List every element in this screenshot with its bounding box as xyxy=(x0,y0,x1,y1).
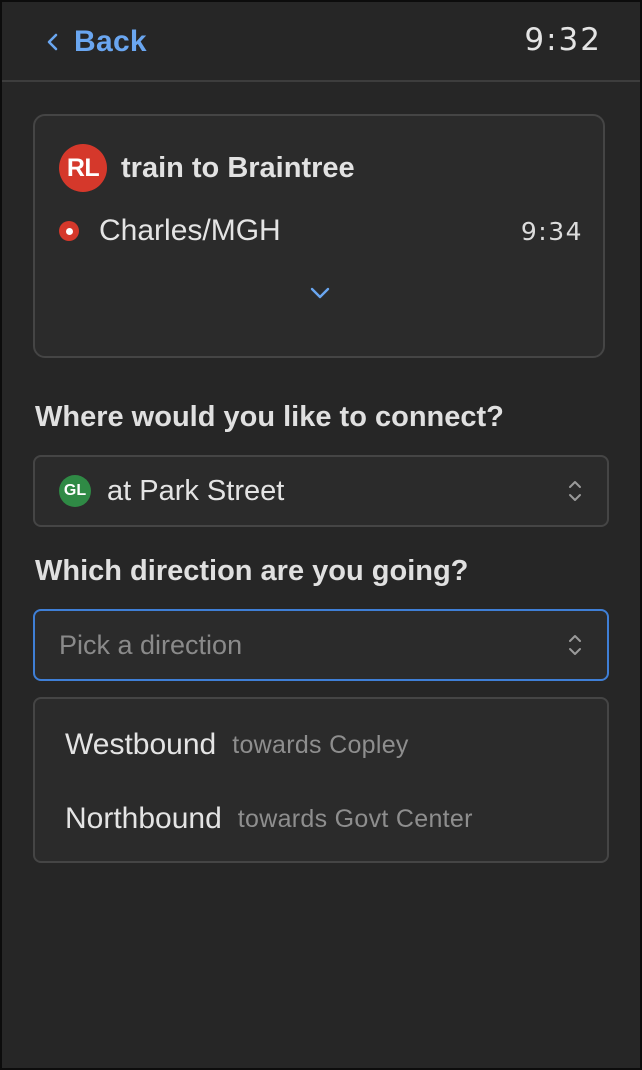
status-clock: 9:32 xyxy=(524,22,602,58)
red-line-badge: RL xyxy=(59,144,107,192)
header-bar: Back 9:32 xyxy=(2,2,640,82)
direction-select[interactable]: Pick a direction xyxy=(33,609,609,681)
stop-time: 9:34 xyxy=(520,216,583,246)
route-row: RL train to Braintree xyxy=(59,144,355,192)
chevron-down-icon xyxy=(309,286,331,305)
trip-card: RL train to Braintree Charles/MGH 9:34 xyxy=(33,114,605,358)
option-sublabel: towards Govt Center xyxy=(237,804,473,833)
green-line-badge: GL xyxy=(59,475,91,507)
direction-options-list: Westbound towards Copley Northbound towa… xyxy=(33,697,609,863)
expand-stops-button[interactable] xyxy=(305,282,335,308)
chevron-left-icon xyxy=(46,31,60,53)
direction-option-northbound[interactable]: Northbound towards Govt Center xyxy=(35,783,607,855)
direction-question: Which direction are you going? xyxy=(35,555,469,587)
direction-placeholder: Pick a direction xyxy=(59,629,243,660)
chevron-up-down-icon xyxy=(567,478,583,504)
connect-question: Where would you like to connect? xyxy=(35,401,504,433)
option-label: Northbound xyxy=(65,802,222,835)
direction-option-westbound[interactable]: Westbound towards Copley xyxy=(35,709,607,781)
back-label: Back xyxy=(74,25,147,58)
connection-value: at Park Street xyxy=(107,474,285,507)
stop-name: Charles/MGH xyxy=(99,214,281,247)
connection-select[interactable]: GL at Park Street xyxy=(33,455,609,527)
option-sublabel: towards Copley xyxy=(232,730,409,759)
stop-row: Charles/MGH 9:34 xyxy=(59,214,583,248)
back-button[interactable]: Back xyxy=(46,20,147,64)
chevron-up-down-icon xyxy=(567,632,583,658)
option-label: Westbound xyxy=(65,728,217,761)
app-screen: Back 9:32 RL train to Braintree Charles/… xyxy=(0,0,642,1070)
stop-marker-icon xyxy=(59,221,79,241)
route-title: train to Braintree xyxy=(121,151,355,184)
